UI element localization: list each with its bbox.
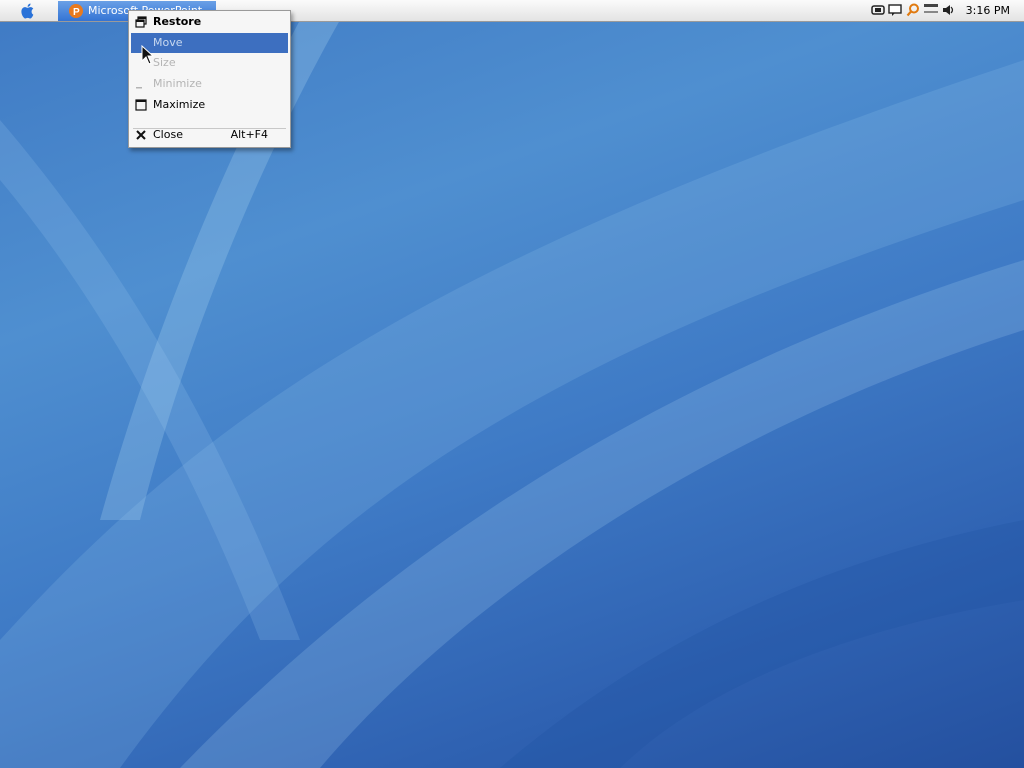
menu-item-label: Size bbox=[153, 56, 176, 69]
window-menu: Restore Move Size Minimize Maximize Clos… bbox=[128, 10, 291, 148]
menu-item-maximize[interactable]: Maximize bbox=[131, 95, 288, 115]
mouse-cursor-icon bbox=[141, 45, 155, 65]
menu-item-close[interactable]: Close Alt+F4 bbox=[131, 125, 288, 145]
restore-icon bbox=[135, 16, 147, 28]
clock[interactable]: 3:16 PM bbox=[966, 0, 1010, 22]
chat-icon[interactable] bbox=[888, 3, 902, 17]
volume-icon[interactable] bbox=[941, 3, 955, 17]
network-icon[interactable] bbox=[924, 3, 938, 17]
menu-item-shortcut: Alt+F4 bbox=[230, 128, 268, 141]
menu-item-label: Maximize bbox=[153, 98, 206, 111]
close-icon bbox=[136, 130, 146, 140]
display-icon[interactable] bbox=[871, 3, 885, 17]
menu-item-label: Minimize bbox=[153, 77, 202, 90]
apple-menu-icon[interactable] bbox=[18, 2, 38, 20]
menu-item-restore[interactable]: Restore bbox=[131, 12, 288, 32]
maximize-icon bbox=[135, 99, 147, 111]
menu-item-minimize[interactable]: Minimize bbox=[131, 74, 288, 94]
svg-text:P: P bbox=[73, 7, 80, 18]
menu-item-label: Move bbox=[153, 36, 183, 49]
search-icon[interactable] bbox=[906, 3, 920, 17]
menu-item-label: Restore bbox=[153, 15, 202, 28]
powerpoint-app-icon: P bbox=[69, 4, 83, 18]
minimize-icon bbox=[136, 87, 142, 89]
menu-item-label: Close bbox=[153, 128, 183, 141]
